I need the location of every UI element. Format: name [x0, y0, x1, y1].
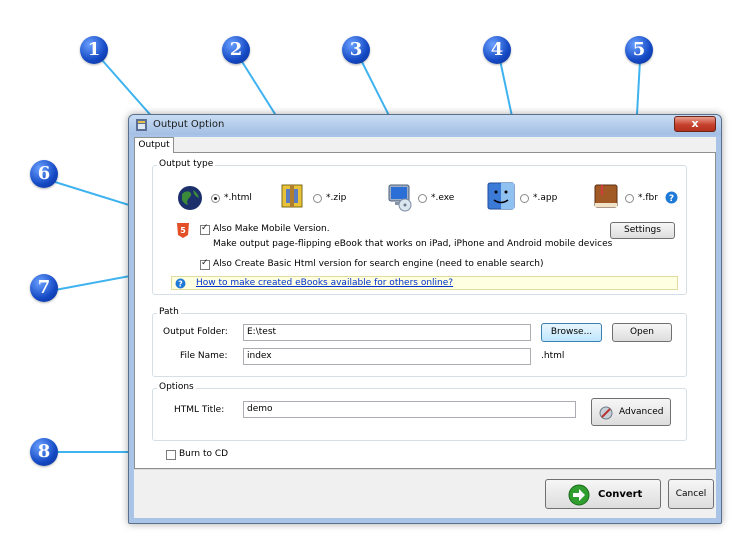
svg-text:?: ? — [178, 280, 183, 289]
basic-html-label[interactable]: Also Create Basic Html version for searc… — [213, 259, 544, 269]
book-icon — [594, 184, 618, 208]
button-bar: Convert Cancel — [134, 469, 716, 518]
options-group-label: Options — [157, 382, 196, 392]
convert-arrow-icon — [568, 484, 590, 506]
burn-to-cd-checkbox[interactable] — [166, 450, 176, 460]
browse-button[interactable]: Browse... — [541, 323, 602, 342]
convert-label: Convert — [598, 489, 643, 500]
exe-radio[interactable] — [418, 194, 427, 203]
output-folder-input[interactable]: E:\test — [243, 324, 531, 341]
exe-radio-label[interactable]: *.exe — [431, 193, 454, 203]
html-radio-label[interactable]: *.html — [224, 193, 252, 203]
file-name-input[interactable]: index — [243, 348, 531, 365]
settings-button[interactable]: Settings — [610, 222, 675, 239]
help-icon[interactable]: ? — [665, 191, 678, 204]
window-title: Output Option — [153, 119, 225, 130]
mobile-description: Make output page-flipping eBook that wor… — [213, 239, 613, 249]
convert-button[interactable]: Convert — [545, 479, 661, 509]
computer-cd-icon — [388, 184, 412, 212]
info-bar: ? How to make created eBooks available f… — [171, 276, 678, 290]
wrench-icon — [599, 406, 613, 420]
callout-5: 5 — [625, 36, 653, 64]
zip-radio[interactable] — [313, 194, 322, 203]
tab-panel-output: Output type *.html *.zip *.exe *.app *.f… — [134, 152, 716, 469]
tab-output[interactable]: Output — [134, 137, 174, 153]
title-bar[interactable]: Output Option x — [129, 115, 721, 135]
callout-3: 3 — [342, 36, 370, 64]
file-extension: .html — [541, 351, 565, 361]
burn-to-cd-label[interactable]: Burn to CD — [179, 449, 228, 459]
cancel-button[interactable]: Cancel — [668, 479, 714, 509]
window-content: Output Output type *.html *.zip *.exe *.… — [134, 137, 716, 518]
options-group: Options HTML Title: demo Advanced — [152, 382, 687, 441]
callout-4: 4 — [483, 36, 511, 64]
advanced-button[interactable]: Advanced — [591, 398, 671, 426]
zip-archive-icon — [281, 184, 303, 208]
globe-icon — [178, 186, 202, 210]
mobile-version-checkbox[interactable] — [200, 223, 210, 235]
open-button[interactable]: Open — [612, 323, 672, 342]
html-radio[interactable] — [211, 194, 220, 203]
path-group-label: Path — [157, 307, 181, 317]
callout-6: 6 — [30, 160, 58, 188]
svg-text:5: 5 — [180, 226, 186, 235]
zip-radio-label[interactable]: *.zip — [326, 193, 346, 203]
advanced-label: Advanced — [619, 407, 664, 417]
html-title-input[interactable]: demo — [243, 401, 576, 418]
callout-7: 7 — [30, 274, 58, 302]
output-type-group-label: Output type — [157, 159, 216, 169]
mac-finder-icon — [487, 182, 515, 210]
callout-8: 8 — [30, 438, 58, 466]
html5-icon: 5 — [177, 223, 189, 238]
app-radio-label[interactable]: *.app — [533, 193, 557, 203]
basic-html-checkbox[interactable] — [200, 258, 210, 270]
app-radio[interactable] — [520, 194, 529, 203]
html-title-label: HTML Title: — [174, 405, 225, 415]
output-type-group: Output type *.html *.zip *.exe *.app *.f… — [152, 159, 687, 295]
file-name-label: File Name: — [180, 351, 228, 361]
callout-2: 2 — [222, 36, 250, 64]
output-folder-label: Output Folder: — [163, 327, 228, 337]
close-button[interactable]: x — [674, 116, 716, 132]
callout-1: 1 — [80, 36, 108, 64]
fbr-radio-label[interactable]: *.fbr — [638, 193, 658, 203]
info-link[interactable]: How to make created eBooks available for… — [196, 277, 453, 289]
fbr-radio[interactable] — [625, 194, 634, 203]
app-icon — [136, 119, 147, 131]
path-group: Path Output Folder: E:\test Browse... Op… — [152, 307, 687, 377]
mobile-version-label[interactable]: Also Make Mobile Version. — [213, 224, 330, 234]
svg-text:?: ? — [669, 194, 674, 204]
info-icon: ? — [175, 278, 186, 289]
output-option-window: Output Option x Output Output type *.htm… — [128, 114, 722, 524]
